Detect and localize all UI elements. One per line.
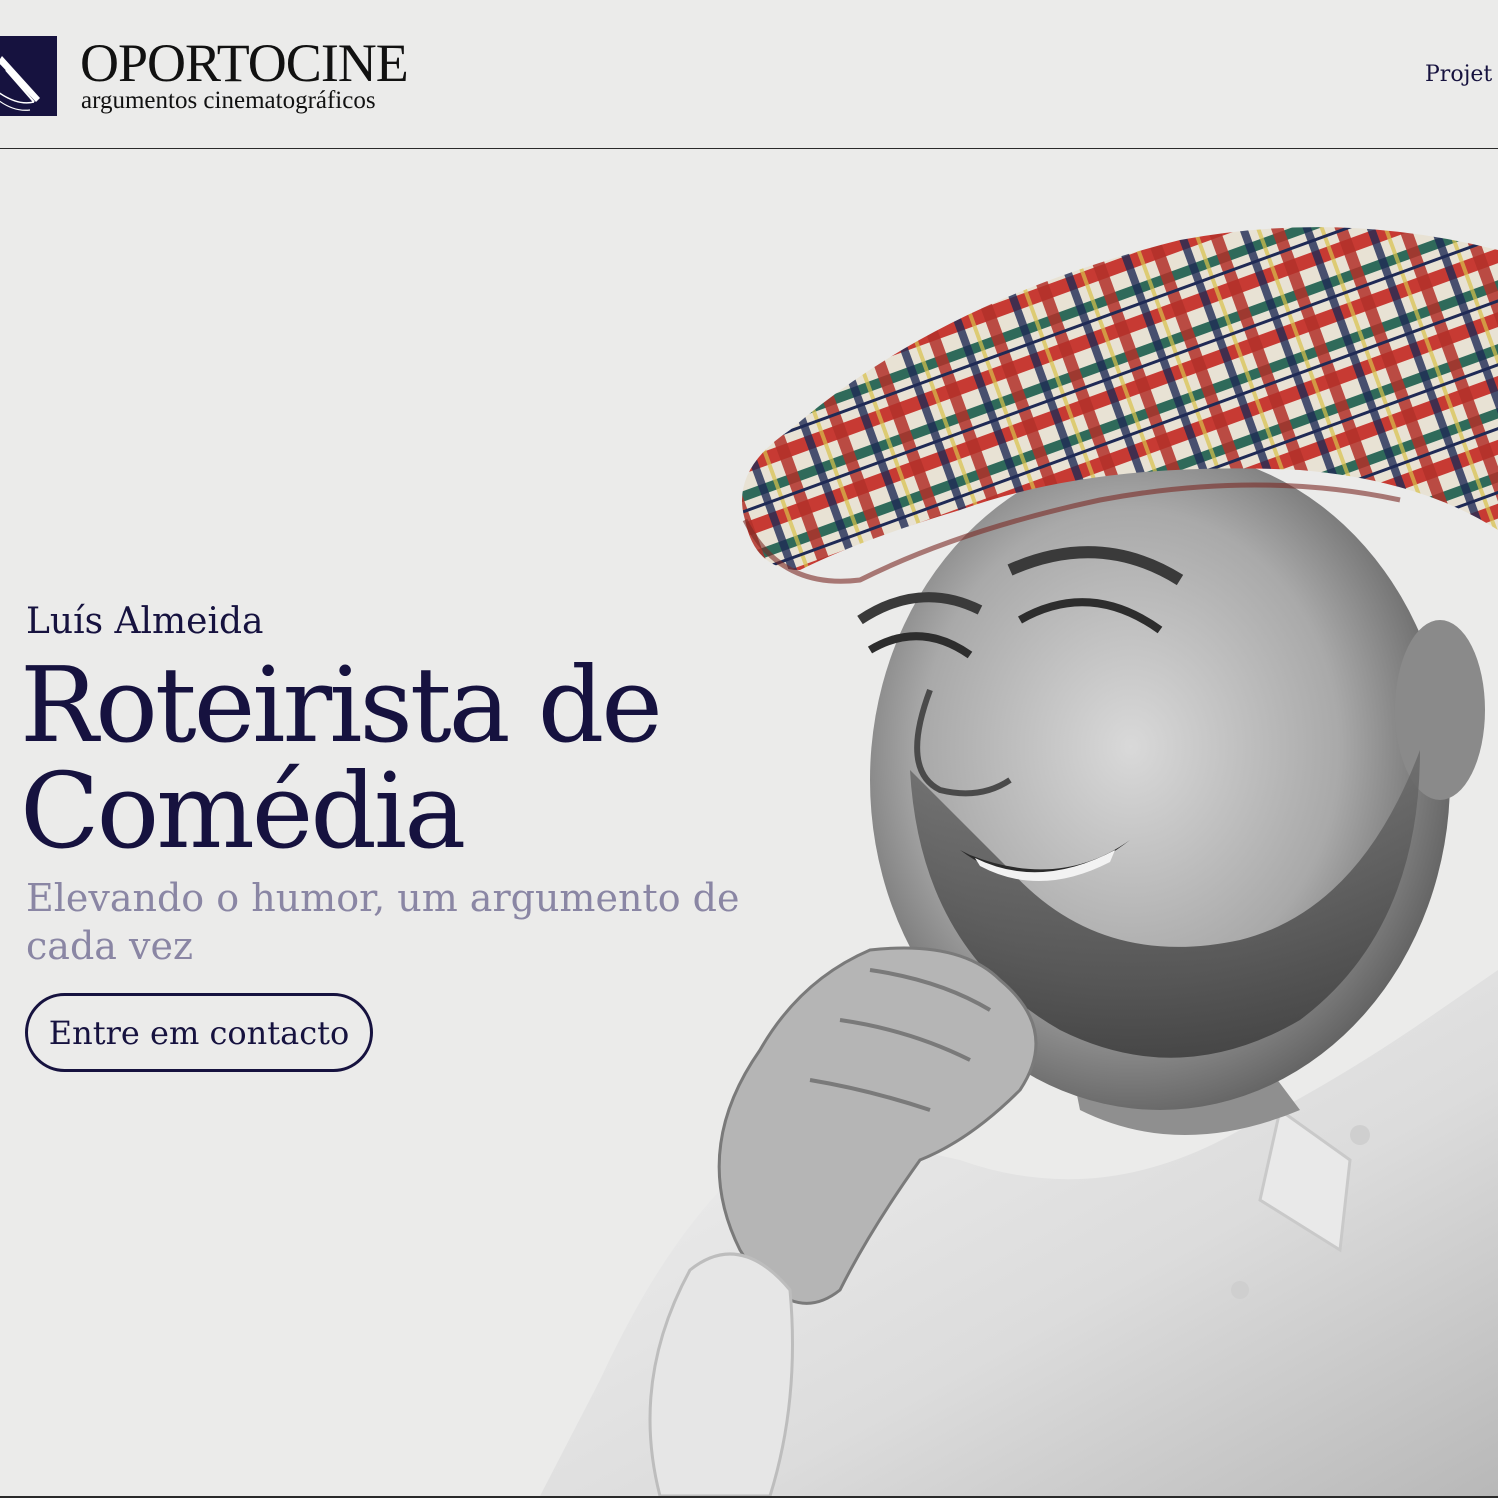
nav-item-projetos[interactable]: Projet xyxy=(1425,60,1492,90)
logo-icon[interactable] xyxy=(0,36,57,116)
hero-title-line2: Comédia xyxy=(20,750,466,872)
site-header: OPORTOCINE argumentos cinematográficos P… xyxy=(0,0,1498,149)
hero-subtitle: Elevando o humor, um argumento de cada v… xyxy=(26,876,740,968)
brand-name[interactable]: OPORTOCINE xyxy=(80,34,409,92)
hero-title: Roteirista de Comédia xyxy=(20,652,780,864)
hero-person-name: Luís Almeida xyxy=(26,601,264,642)
hero-title-line1: Roteirista de xyxy=(20,644,663,766)
landing-page: OPORTOCINE argumentos cinematográficos P… xyxy=(0,0,1498,1498)
brand-tagline: argumentos cinematográficos xyxy=(81,87,376,114)
contact-button[interactable]: Entre em contacto xyxy=(25,993,373,1072)
